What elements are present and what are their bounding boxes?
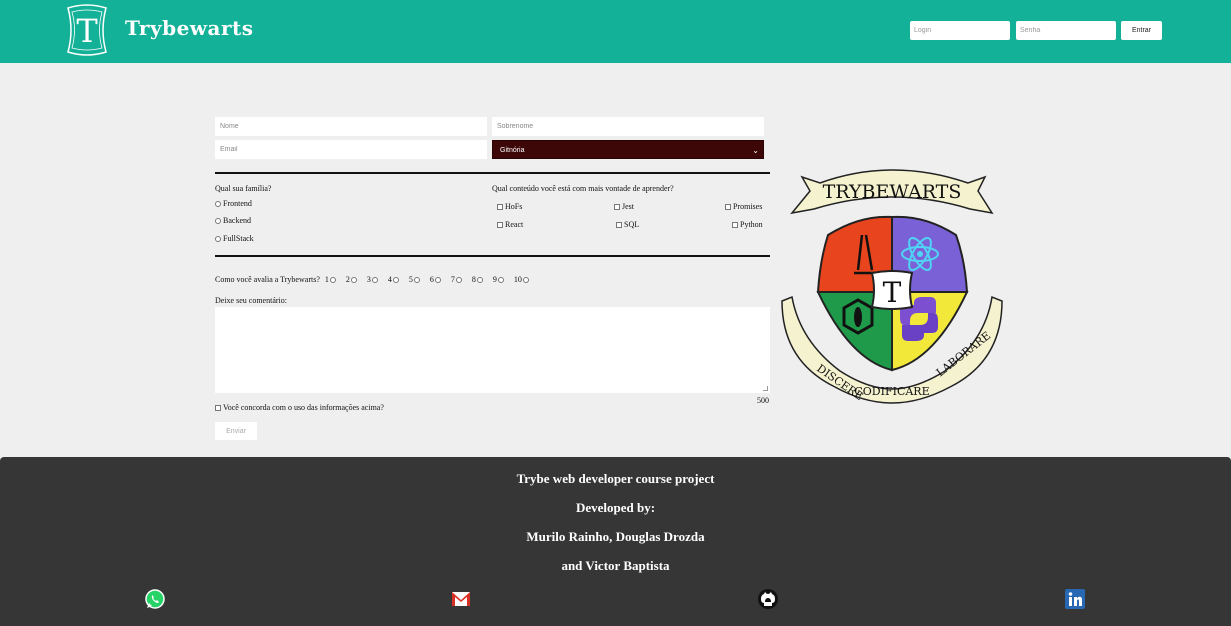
rating-option[interactable]: 9	[493, 275, 506, 285]
trybewarts-crest-image: TRYBEWARTS T DISCERE CODIFICARE LABORARE	[781, 169, 1003, 404]
radio-button[interactable]	[329, 277, 336, 284]
house-select-value: Gitnória	[500, 147, 525, 154]
whatsapp-icon[interactable]	[144, 588, 166, 610]
radio-button[interactable]	[215, 201, 221, 208]
footer-project-line: Trybe web developer course project	[516, 471, 715, 486]
rating-group: Como você avalia a Trybewarts? 1 2 3 4 5…	[215, 275, 537, 285]
content-option-react[interactable]: React	[497, 220, 523, 230]
login-button[interactable]: Entrar	[1121, 21, 1162, 40]
checkbox[interactable]	[732, 222, 738, 229]
submit-button[interactable]: Enviar	[215, 422, 257, 440]
resize-handle-icon[interactable]	[763, 386, 768, 391]
agreement-checkbox[interactable]: Você concorda com o uso das informações …	[215, 403, 384, 413]
rating-option[interactable]: 7	[451, 275, 464, 285]
family-option-backend[interactable]: Backend	[215, 216, 251, 226]
family-option-fullstack[interactable]: FullStack	[215, 234, 254, 244]
radio-button[interactable]	[476, 277, 483, 284]
content-option-python[interactable]: Python	[732, 220, 763, 230]
comment-label: Deixe seu comentário:	[215, 296, 287, 305]
checkbox[interactable]	[614, 204, 620, 211]
password-input[interactable]	[1016, 21, 1116, 40]
radio-button[interactable]	[455, 277, 462, 284]
checkbox[interactable]	[215, 405, 221, 412]
rating-option[interactable]: 4	[388, 275, 401, 285]
top-bar: T Trybewarts Entrar	[0, 0, 1231, 63]
rating-option[interactable]: 8	[472, 275, 485, 285]
rating-option[interactable]: 2	[346, 275, 359, 285]
radio-button[interactable]	[392, 277, 399, 284]
rating-question: Como você avalia a Trybewarts?	[215, 275, 320, 284]
brand-name: Trybewarts	[125, 16, 254, 40]
email-input[interactable]	[215, 140, 487, 159]
rating-option[interactable]: 3	[367, 275, 380, 285]
footer-authors-line2: and Victor Baptista	[561, 558, 670, 573]
linkedin-icon[interactable]	[1064, 588, 1086, 610]
content-option-jest[interactable]: Jest	[614, 202, 634, 212]
content-option-hofs[interactable]: HoFs	[497, 202, 522, 212]
crest-letter: T	[883, 276, 902, 309]
content-option-sql[interactable]: SQL	[616, 220, 639, 230]
radio-button[interactable]	[497, 277, 504, 284]
name-input[interactable]	[215, 117, 487, 136]
radio-button[interactable]	[434, 277, 441, 284]
radio-button[interactable]	[215, 218, 221, 225]
crest-motto-center: CODIFICARE	[854, 385, 929, 398]
family-option-frontend[interactable]: Frontend	[215, 199, 252, 209]
radio-button[interactable]	[371, 277, 378, 284]
chevron-down-icon: ⌄	[752, 146, 759, 155]
trybewarts-logo-icon: T	[67, 4, 107, 56]
house-select[interactable]: Gitnória ⌄	[492, 140, 764, 159]
footer-developed-by: Developed by:	[575, 500, 656, 515]
divider	[215, 172, 770, 174]
rating-option[interactable]: 1	[325, 275, 338, 285]
crest-banner-text: TRYBEWARTS	[823, 181, 962, 203]
comment-textarea[interactable]	[215, 307, 770, 393]
checkbox[interactable]	[725, 204, 731, 211]
rating-option[interactable]: 10	[514, 275, 531, 285]
svg-text:T: T	[76, 12, 98, 50]
rating-option[interactable]: 5	[409, 275, 422, 285]
gmail-icon[interactable]	[450, 588, 472, 610]
footer-authors-line1: Murilo Rainho, Douglas Drozda	[526, 529, 705, 544]
lastname-input[interactable]	[492, 117, 764, 136]
checkbox[interactable]	[497, 222, 503, 229]
checkbox[interactable]	[616, 222, 622, 229]
char-counter: 500	[757, 396, 769, 405]
footer: Trybe web developer course project Devel…	[0, 457, 1231, 626]
divider	[215, 255, 770, 257]
login-input[interactable]	[910, 21, 1010, 40]
content-question: Qual conteúdo você está com mais vontade…	[492, 184, 674, 193]
family-question: Qual sua família?	[215, 184, 272, 193]
radio-button[interactable]	[215, 236, 221, 243]
github-icon[interactable]	[757, 588, 779, 610]
content-option-promises[interactable]: Promises	[725, 202, 762, 212]
checkbox[interactable]	[497, 204, 503, 211]
radio-button[interactable]	[350, 277, 357, 284]
radio-button[interactable]	[522, 277, 529, 284]
radio-button[interactable]	[413, 277, 420, 284]
rating-option[interactable]: 6	[430, 275, 443, 285]
